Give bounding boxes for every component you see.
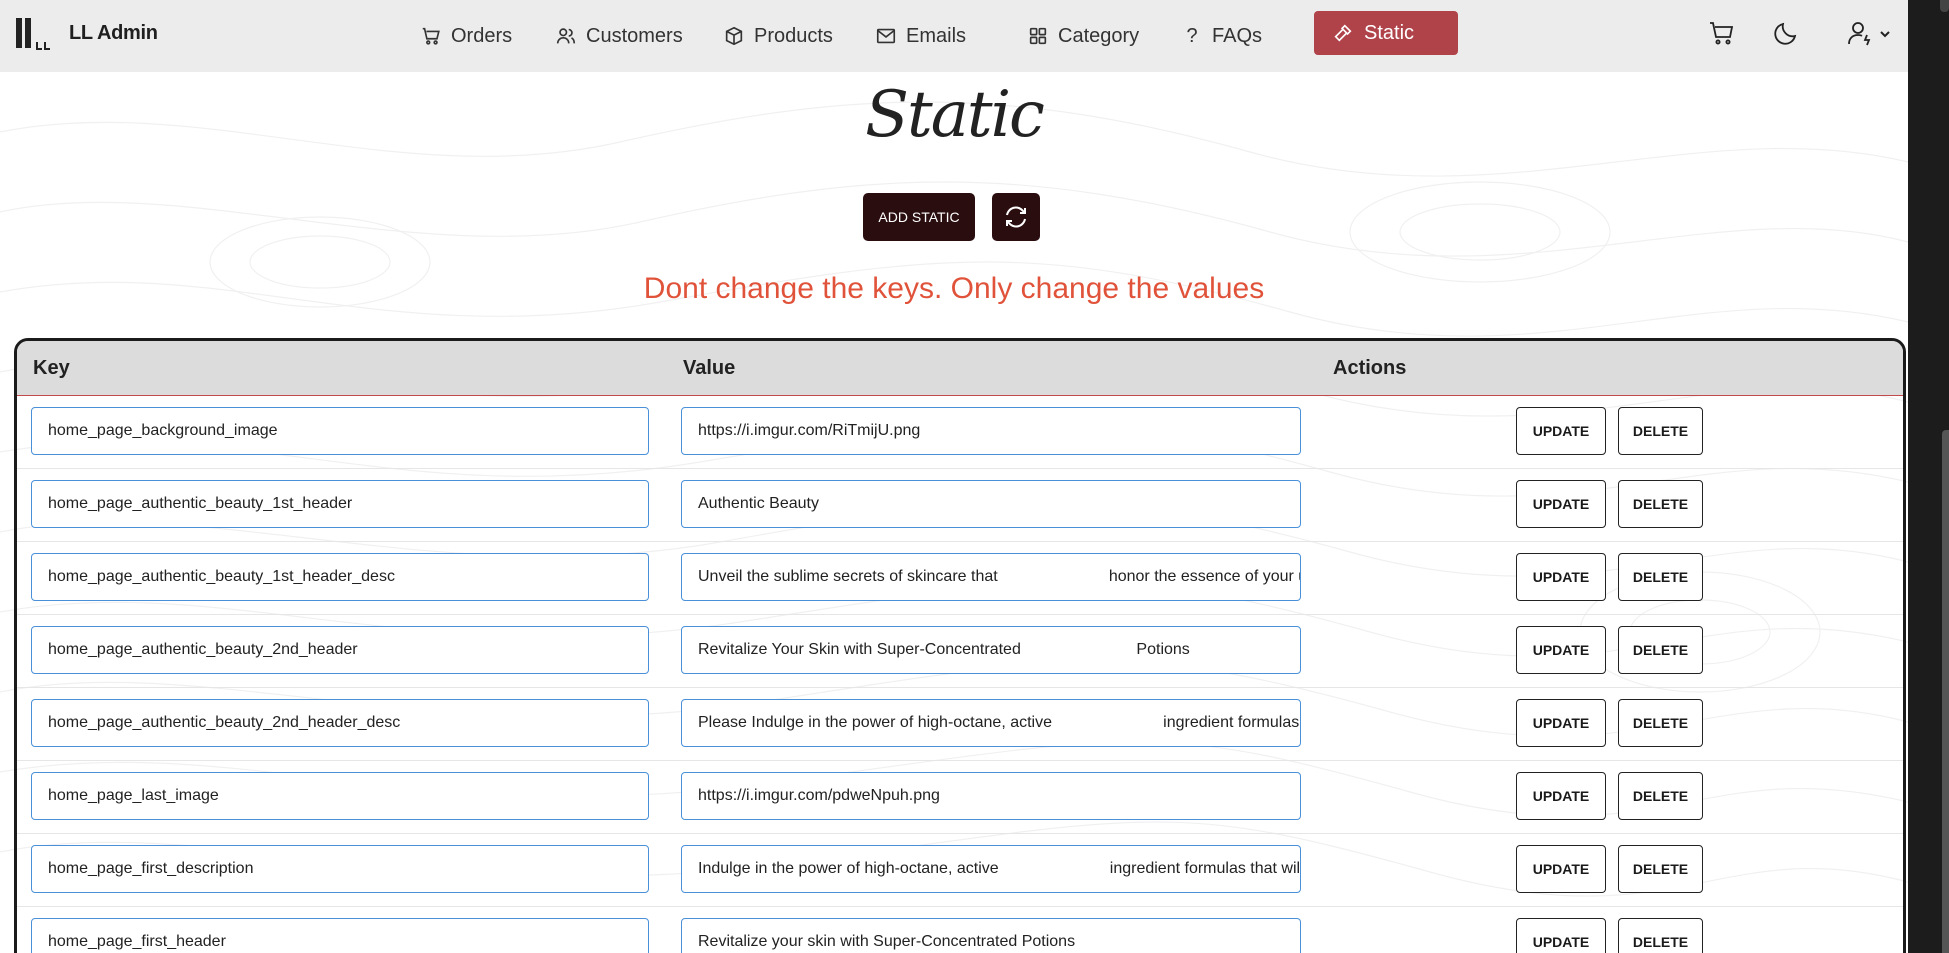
delete-button[interactable]: DELETE [1618, 918, 1703, 953]
column-header-actions: Actions [1333, 357, 1407, 379]
update-button[interactable]: UPDATE [1516, 845, 1606, 893]
key-input[interactable]: home_page_last_image [31, 772, 649, 820]
window-scrollbar[interactable] [1908, 0, 1949, 953]
column-header-value: Value [683, 357, 736, 379]
table-row: home_page_authentic_beauty_1st_header Aut… [17, 469, 1903, 542]
delete-button[interactable]: DELETE [1618, 772, 1703, 820]
table-header: Key Value Actions [17, 341, 1903, 396]
warning-message: Dont change the keys. Only change the va… [643, 272, 1265, 305]
theme-toggle[interactable] [1771, 18, 1801, 48]
update-button[interactable]: UPDATE [1516, 480, 1606, 528]
value-input[interactable]: Unveil the sublime secrets of skincare t… [681, 553, 1301, 601]
update-button[interactable]: UPDATE [1516, 626, 1606, 674]
user-settings-icon [1848, 22, 1871, 46]
table-row: home_page_first_header Revitalize your sk… [17, 907, 1903, 953]
nav-static-label: Static [1364, 21, 1415, 44]
nav-customers[interactable]: Customers [555, 20, 683, 52]
nav-orders[interactable]: Orders [420, 20, 512, 52]
cart-icon [1710, 22, 1734, 45]
users-icon [556, 28, 576, 44]
nav-faqs[interactable]: ? FAQs [1181, 20, 1262, 52]
nav-faqs-label: FAQs [1212, 24, 1263, 47]
update-button[interactable]: UPDATE [1516, 918, 1606, 953]
question-icon: ? [1186, 24, 1198, 47]
nav-static[interactable]: Static [1314, 11, 1458, 55]
nav-products-label: Products [754, 24, 833, 47]
update-button[interactable]: UPDATE [1516, 699, 1606, 747]
value-input[interactable]: Revitalize Your Skin with Super-Concentr… [681, 626, 1301, 674]
update-button[interactable]: UPDATE [1516, 772, 1606, 820]
refresh-button[interactable] [992, 193, 1040, 241]
delete-button[interactable]: DELETE [1618, 407, 1703, 455]
nav-orders-label: Orders [451, 24, 513, 47]
chevron-down-icon [1880, 31, 1890, 38]
scrollbar-thumb[interactable] [1942, 430, 1949, 953]
delete-button[interactable]: DELETE [1618, 699, 1703, 747]
nav-customers-label: Customers [586, 24, 683, 47]
mail-icon [876, 28, 896, 44]
nav-category[interactable]: Category [1027, 20, 1139, 52]
cart-icon [422, 27, 440, 45]
value-input[interactable]: Please Indulge in the power of high-octa… [681, 699, 1301, 747]
update-button[interactable]: UPDATE [1516, 553, 1606, 601]
table-row: home_page_first_description Indulge in th… [17, 834, 1903, 907]
top-navbar: LL Admin Orders Customers Products Email… [0, 0, 1908, 72]
hammer-icon [1334, 24, 1352, 42]
table-row: home_page_authentic_beauty_1st_header_de… [17, 542, 1903, 615]
table-row: home_page_last_image https://i.imgur.com/… [17, 761, 1903, 834]
grid-icon [1029, 27, 1047, 45]
refresh-icon [1006, 206, 1026, 228]
delete-button[interactable]: DELETE [1618, 480, 1703, 528]
table-row: home_page_authentic_beauty_2nd_header_de… [17, 688, 1903, 761]
user-menu[interactable] [1845, 18, 1893, 48]
value-input[interactable]: Authentic Beauty [681, 480, 1301, 528]
nav-products[interactable]: Products [723, 20, 833, 52]
add-static-button[interactable]: ADD STATIC [863, 193, 975, 241]
delete-button[interactable]: DELETE [1618, 553, 1703, 601]
key-input[interactable]: home_page_authentic_beauty_2nd_header_de… [31, 699, 649, 747]
nav-category-label: Category [1058, 24, 1140, 47]
logo-icon [14, 18, 54, 50]
delete-button[interactable]: DELETE [1618, 845, 1703, 893]
moon-icon [1774, 22, 1797, 45]
key-input[interactable]: home_page_first_header [31, 918, 649, 953]
key-input[interactable]: home_page_authentic_beauty_1st_header [31, 480, 649, 528]
key-input[interactable]: home_page_authentic_beauty_2nd_header [31, 626, 649, 674]
key-input[interactable]: home_page_background_image [31, 407, 649, 455]
box-icon [725, 26, 743, 46]
cart-button[interactable] [1707, 18, 1737, 48]
column-header-key: Key [33, 357, 70, 379]
value-input[interactable]: Indulge in the power of high-octane, act… [681, 845, 1301, 893]
key-input[interactable]: home_page_authentic_beauty_1st_header_de… [31, 553, 649, 601]
value-input[interactable]: Revitalize your skin with Super-Concentr… [681, 918, 1301, 953]
app-logo[interactable] [14, 18, 54, 50]
table-row: home_page_background_image https://i.imgu… [17, 396, 1903, 469]
value-input[interactable]: https://i.imgur.com/pdweNpuh.png [681, 772, 1301, 820]
update-button[interactable]: UPDATE [1516, 407, 1606, 455]
table-row: home_page_authentic_beauty_2nd_header Rev… [17, 615, 1903, 688]
nav-emails[interactable]: Emails [875, 20, 966, 52]
static-table: Key Value Actions home_page_background_i… [14, 338, 1906, 953]
nav-emails-label: Emails [906, 24, 967, 47]
key-input[interactable]: home_page_first_description [31, 845, 649, 893]
app-title[interactable]: LL Admin [69, 22, 158, 45]
value-input[interactable]: https://i.imgur.com/RiTmijU.png [681, 407, 1301, 455]
page-title: Static [865, 78, 1045, 152]
delete-button[interactable]: DELETE [1618, 626, 1703, 674]
